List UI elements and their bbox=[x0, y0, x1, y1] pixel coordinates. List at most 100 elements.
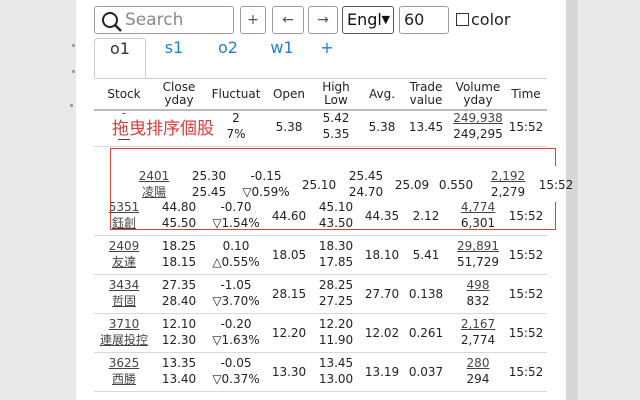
volume-link[interactable]: 498 bbox=[467, 278, 490, 292]
volume[interactable]: 249,938 bbox=[450, 111, 506, 126]
close-price: 13.35 bbox=[161, 356, 197, 370]
low-price: 11.90 bbox=[318, 333, 354, 347]
trade-value: 0.037 bbox=[408, 365, 444, 379]
stock-code-link[interactable]: 2409 bbox=[109, 239, 140, 253]
bg-dot bbox=[72, 70, 75, 73]
scrollbar[interactable] bbox=[566, 0, 578, 400]
high-price: 13.45 bbox=[318, 356, 354, 370]
volume-link[interactable]: 280 bbox=[467, 356, 490, 370]
stock-code[interactable]: 3434 bbox=[98, 278, 150, 293]
col-low[interactable]: Low bbox=[312, 94, 360, 107]
tab-o2[interactable]: o2 bbox=[204, 38, 252, 78]
open-price: 28.15 bbox=[271, 287, 307, 301]
stock-code[interactable]: 2409 bbox=[98, 239, 150, 254]
high-price: 28.25 bbox=[318, 278, 354, 292]
dragged-row[interactable]: 2401 凌陽 25.30 25.45 -0.15 ▽0.59% 25.10 25.45 24.… bbox=[124, 166, 573, 202]
volume[interactable]: 280 bbox=[450, 356, 506, 371]
time: 15:52 bbox=[508, 287, 544, 301]
fluctuation-pct: ▽3.70% bbox=[212, 294, 260, 308]
bg-dot bbox=[70, 104, 73, 107]
stock-name[interactable]: 凌陽 bbox=[128, 185, 180, 200]
volume[interactable]: 2,192 bbox=[480, 169, 536, 184]
tab-w1[interactable]: w1 bbox=[258, 38, 306, 78]
col-time[interactable]: Time bbox=[508, 88, 544, 101]
left-background bbox=[0, 0, 76, 400]
checkbox-box[interactable] bbox=[456, 13, 469, 26]
tab-bar: o1 s1 o2 w1 + bbox=[94, 38, 534, 78]
fluctuation-pct: ▽0.37% bbox=[212, 372, 260, 386]
low-price: 27.25 bbox=[318, 294, 354, 308]
tab-add[interactable]: + bbox=[312, 38, 342, 78]
stock-code[interactable]: 3625 bbox=[98, 356, 150, 371]
stock-name[interactable]: 連展投控 bbox=[98, 333, 150, 348]
fluctuation: -0.20 bbox=[220, 317, 252, 331]
table-row[interactable]: 3625 西勝 13.35 13.40 -0.05 ▽0.37% 13.30 13.45 13.… bbox=[94, 353, 547, 392]
count-input[interactable]: 60 bbox=[399, 6, 449, 34]
stock-name-link[interactable]: 凌陽 bbox=[142, 185, 166, 199]
time: 15:52 bbox=[508, 326, 544, 340]
volume[interactable]: 498 bbox=[450, 278, 506, 293]
stock-code-link[interactable]: 2401 bbox=[139, 169, 170, 183]
col-stock[interactable]: Stock bbox=[98, 88, 150, 101]
volume[interactable]: 2,167 bbox=[450, 317, 506, 332]
next-button[interactable]: → bbox=[308, 6, 338, 34]
language-select[interactable]: Engl ▼ bbox=[342, 6, 394, 34]
col-open[interactable]: Open bbox=[268, 88, 310, 101]
stock-name-link[interactable]: 連展投控 bbox=[100, 333, 148, 347]
search-input[interactable] bbox=[125, 9, 229, 31]
color-checkbox[interactable]: color bbox=[456, 10, 510, 29]
right-background bbox=[578, 0, 640, 400]
prev-button[interactable]: ← bbox=[272, 6, 304, 34]
volume-yday: 294 bbox=[466, 372, 490, 386]
stock-name[interactable]: 哲固 bbox=[98, 294, 150, 309]
fluctuation: -0.05 bbox=[220, 356, 252, 370]
fluctuation: -0.15 bbox=[250, 169, 282, 183]
table-row[interactable]: 2409 友達 18.25 18.15 0.10 △0.55% 18.05 18.30 17.8… bbox=[94, 236, 547, 275]
volume-yday: 51,729 bbox=[457, 255, 499, 269]
tab-o1[interactable]: o1 bbox=[94, 38, 146, 78]
table-row[interactable]: 3710 連展投控 12.10 12.30 -0.20 ▽1.63% 12.20 12.20 1… bbox=[94, 314, 547, 353]
volume-yday: 2,279 bbox=[490, 185, 526, 199]
stock-code-link[interactable]: 3434 bbox=[109, 278, 140, 292]
table-row[interactable]: 3434 哲固 27.35 28.40 -1.05 ▽3.70% 28.15 28.25 27.… bbox=[94, 275, 547, 314]
high-price: 25.45 bbox=[348, 169, 384, 183]
trade-value: 0.138 bbox=[408, 287, 444, 301]
time: 15:52 bbox=[508, 248, 544, 262]
volume[interactable]: 29,891 bbox=[450, 239, 506, 254]
open-price: 5.38 bbox=[275, 120, 303, 134]
avg-price: 5.38 bbox=[368, 120, 396, 134]
add-button[interactable]: + bbox=[240, 6, 266, 34]
time: 15:52 bbox=[508, 365, 544, 379]
open-price: 13.30 bbox=[271, 365, 307, 379]
volume-link[interactable]: 2,167 bbox=[461, 317, 495, 331]
open-price: 12.20 bbox=[271, 326, 307, 340]
avg-price: 25.09 bbox=[394, 178, 430, 192]
tab-s1[interactable]: s1 bbox=[150, 38, 198, 78]
stock-code[interactable]: 2401 bbox=[128, 169, 180, 184]
language-value: Engl bbox=[347, 10, 382, 29]
stock-code-link[interactable]: 3710 bbox=[109, 317, 140, 331]
stock-name[interactable]: 西勝 bbox=[98, 372, 150, 387]
col-yday[interactable]: yday bbox=[154, 94, 204, 107]
trade-value: 0.261 bbox=[408, 326, 444, 340]
chevron-down-icon: ▼ bbox=[381, 13, 390, 26]
stock-name-link[interactable]: 西勝 bbox=[112, 372, 136, 386]
volume-link[interactable]: 29,891 bbox=[457, 239, 499, 253]
col-value[interactable]: value bbox=[404, 94, 448, 107]
col-avg[interactable]: Avg. bbox=[362, 88, 402, 101]
stock-name-link[interactable]: 友達 bbox=[112, 255, 136, 269]
stock-name-link[interactable]: 哲固 bbox=[112, 294, 136, 308]
volume-link[interactable]: 249,938 bbox=[453, 111, 503, 125]
fluctuation-pct: ▽1.63% bbox=[212, 333, 260, 347]
stock-code[interactable]: 3710 bbox=[98, 317, 150, 332]
search-box[interactable] bbox=[94, 6, 234, 34]
col-volume-yday[interactable]: yday bbox=[450, 94, 506, 107]
stock-code-link[interactable]: 3625 bbox=[109, 356, 140, 370]
close-price: 12.10 bbox=[161, 317, 197, 331]
volume-link[interactable]: 2,192 bbox=[491, 169, 525, 183]
col-fluct[interactable]: Fluctuat bbox=[206, 88, 266, 101]
avg-price: 12.02 bbox=[364, 326, 400, 340]
yday-price: 25.45 bbox=[191, 185, 227, 199]
fluctuation-pct: ▽0.59% bbox=[242, 185, 290, 199]
stock-name[interactable]: 友達 bbox=[98, 255, 150, 270]
